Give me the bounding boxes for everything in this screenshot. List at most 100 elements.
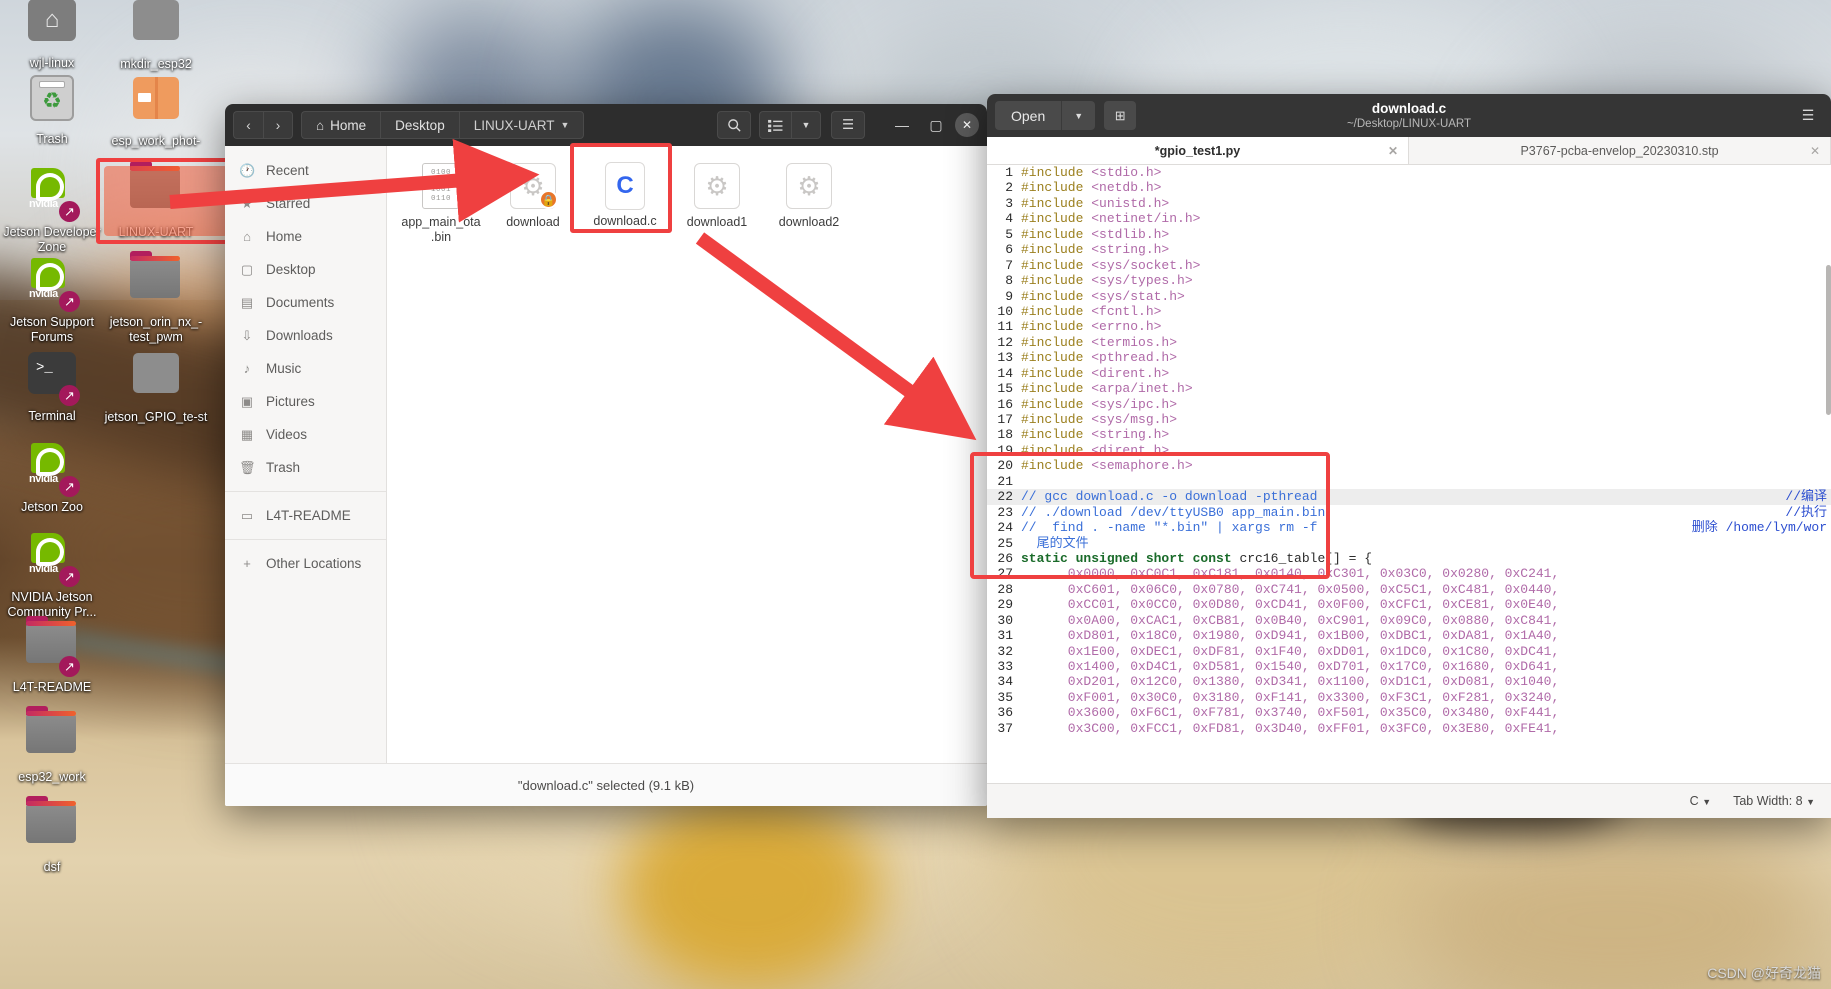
sidebar-item-music[interactable]: ♪ Music (225, 352, 386, 385)
sidebar-item-home[interactable]: ⌂ Home (225, 220, 386, 253)
trash-icon: ♻ (26, 75, 78, 127)
executable-locked-icon: ⚙ 🔒 (509, 163, 558, 211)
open-dropdown-chevron-down-icon[interactable]: ▼ (1061, 101, 1096, 130)
desktop-icon-jetson-support-forums[interactable]: nvidia ↗ Jetson Support Forums (0, 250, 104, 345)
tab-width-label: Tab Width: 8 (1733, 794, 1803, 808)
file-item-download1[interactable]: ⚙ download1 (677, 162, 757, 245)
shortcut-arrow-icon: ↗ (59, 476, 80, 497)
tab-gpio-test1-py[interactable]: *gpio_test1.py ✕ (987, 137, 1409, 164)
sidebar-item-trash[interactable]: 🗑 Trash (225, 451, 386, 484)
code-line: 5 #include <stdlib.h> (987, 227, 1831, 242)
sidebar-item-downloads[interactable]: ⇩ Downloads (225, 319, 386, 352)
code-line: 4 #include <netinet/in.h> (987, 211, 1831, 226)
sidebar-item-starred[interactable]: ★ Starred (225, 187, 386, 220)
code-text: 0x1E00, 0xDEC1, 0xDF81, 0x1F40, 0xDD01, … (1021, 643, 1560, 659)
close-icon[interactable]: ✕ (1388, 144, 1398, 158)
view-options-chevron-down-icon[interactable]: ▼ (791, 111, 821, 139)
folder-icon (26, 796, 78, 855)
tab-label: P3767-pcba-envelop_20230310.stp (1520, 143, 1719, 158)
maximize-icon[interactable]: ▢ (921, 110, 951, 140)
sidebar-item-recent[interactable]: 🕐 Recent (225, 154, 386, 187)
editor-code-area[interactable]: 1 #include <stdio.h> 2 #include <netdb.h> 3 #… (987, 165, 1831, 783)
code-line: 34 0xD201, 0x12C0, 0x1380, 0xD341, 0x110… (987, 674, 1831, 689)
hamburger-menu-icon[interactable]: ☰ (831, 111, 865, 139)
file-item-label: download1 (686, 215, 748, 229)
desktop-icon-linux-uart[interactable]: LINUX-UART (104, 160, 208, 240)
code-line: 30 0x0A00, 0xCAC1, 0xCB81, 0x0B40, 0xC90… (987, 613, 1831, 628)
desktop-icon-label: Jetson Zoo (21, 500, 83, 514)
desktop-icon-jetson-developer-zone[interactable]: nvidia ↗ Jetson Developer Zone (0, 160, 104, 255)
code-text: #include <sys/ipc.h> (1021, 396, 1178, 412)
desktop-icon-trash[interactable]: ♻ Trash (0, 70, 104, 147)
forward-button[interactable]: › (263, 111, 293, 139)
shortcut-arrow-icon: ↗ (59, 385, 80, 406)
code-text: #include <string.h> (1021, 427, 1170, 443)
desktop-icon-jetson-gpio-test[interactable]: jetson_GPIO_te-st (104, 345, 208, 425)
sidebar-item-pictures[interactable]: ▣ Pictures (225, 385, 386, 418)
desktop-icon-mkdir-esp32[interactable]: mkdir_esp32 (104, 0, 208, 72)
minimize-icon[interactable]: — (887, 110, 917, 140)
home-icon: ⌂ (243, 229, 251, 244)
file-manager-window: ‹ › ⌂ Home Desktop LINUX-UART ▼ ▼ ☰ — ▢ … (225, 104, 987, 806)
desktop-icon-terminal[interactable]: >_ ↗ Terminal (0, 345, 104, 424)
desktop-icon-wjl-linux[interactable]: wjl-linux (0, 0, 104, 71)
file-item-download2[interactable]: ⚙ download2 (769, 162, 849, 245)
breadcrumb-home[interactable]: ⌂ Home (301, 111, 381, 139)
back-button[interactable]: ‹ (233, 111, 263, 139)
code-line: 35 0xF001, 0x30C0, 0x3180, 0xF141, 0x330… (987, 690, 1831, 705)
sidebar-item-other-locations[interactable]: + Other Locations (225, 547, 386, 580)
code-line: 8 #include <sys/types.h> (987, 273, 1831, 288)
desktop-icon-l4t-readme[interactable]: ↗ L4T-README (0, 615, 104, 695)
desktop-icon-label: wjl-linux (29, 56, 75, 70)
sidebar-item-label: Desktop (266, 262, 316, 277)
desktop-icon-esp-work-phot[interactable]: esp_work_phot- (104, 70, 208, 149)
close-icon[interactable]: ✕ (955, 113, 979, 137)
line-number: 14 (997, 365, 1013, 381)
desktop-icon-label: jetson_GPIO_te-st (104, 410, 208, 424)
breadcrumb: ⌂ Home Desktop LINUX-UART ▼ (301, 111, 585, 139)
desktop-icon-esp32-work[interactable]: esp32_work (0, 705, 104, 785)
code-line: 36 0x3600, 0xF6C1, 0xF781, 0x3740, 0xF50… (987, 705, 1831, 720)
file-manager-sidebar: 🕐 Recent ★ Starred ⌂ Home ▢ Desktop ▤ Do… (225, 146, 387, 763)
nvidia-link-icon: nvidia ↗ (26, 443, 80, 497)
line-number: 28 (997, 581, 1013, 597)
list-view-icon[interactable] (759, 111, 791, 139)
code-line: 11 #include <errno.h> (987, 319, 1831, 334)
open-button[interactable]: Open (995, 101, 1062, 130)
tab-width-selector[interactable]: Tab Width: 8 ▼ (1733, 794, 1815, 808)
code-text: 0x3C00, 0xFCC1, 0xFD81, 0x3D40, 0xFF01, … (1021, 720, 1560, 736)
sidebar-item-l4t-readme[interactable]: ▭ L4T-README (225, 499, 386, 532)
desktop-icon-dsf[interactable]: dsf (0, 795, 104, 875)
code-line: 20 #include <semaphore.h> (987, 458, 1831, 473)
search-icon[interactable] (717, 111, 751, 139)
breadcrumb-desktop[interactable]: Desktop (380, 111, 459, 139)
picture-icon: ▣ (240, 393, 254, 409)
line-number: 3 (1005, 195, 1013, 211)
desktop-icon-jetson-zoo[interactable]: nvidia ↗ Jetson Zoo (0, 435, 104, 515)
file-item-app-main-ota-bin[interactable]: 0100 0010 1001 0110 app_main_ota.bin (401, 162, 481, 245)
editor-menu-icon[interactable]: ☰ (1793, 101, 1823, 131)
editor-tab-bar: *gpio_test1.py ✕ P3767-pcba-envelop_2023… (987, 137, 1831, 165)
close-icon[interactable]: ✕ (1810, 144, 1820, 158)
desktop-icon-jetson-orin-nx-test-pwm[interactable]: jetson_orin_nx_-test_pwm (104, 250, 208, 345)
code-line: 21 (987, 474, 1831, 489)
file-item-download-c[interactable]: C download.c (585, 162, 665, 245)
sidebar-item-label: Recent (266, 163, 309, 178)
binary-row: 0110 (430, 194, 451, 203)
home-shortcut-icon (26, 0, 78, 51)
file-item-download[interactable]: ⚙ 🔒 download (493, 162, 573, 245)
sidebar-item-desktop[interactable]: ▢ Desktop (225, 253, 386, 286)
desktop-icon-nvidia-jetson-community[interactable]: nvidia ↗ NVIDIA Jetson Community Pr... (0, 525, 104, 620)
breadcrumb-label: Desktop (395, 117, 445, 133)
sidebar-item-documents[interactable]: ▤ Documents (225, 286, 386, 319)
tab-p3767-pcba-envelop[interactable]: P3767-pcba-envelop_20230310.stp ✕ (1409, 137, 1831, 164)
new-document-icon[interactable]: ⊞ (1104, 101, 1137, 130)
c-source-icon: C (601, 162, 649, 210)
editor-scrollbar[interactable] (1826, 265, 1831, 415)
language-selector[interactable]: C ▼ (1690, 794, 1711, 808)
breadcrumb-linux-uart[interactable]: LINUX-UART ▼ (458, 111, 585, 139)
drive-icon: ▭ (240, 507, 254, 523)
nvidia-link-icon: nvidia ↗ (26, 168, 80, 222)
sidebar-item-videos[interactable]: ▦ Videos (225, 418, 386, 451)
code-text: #include <string.h> (1021, 242, 1170, 258)
